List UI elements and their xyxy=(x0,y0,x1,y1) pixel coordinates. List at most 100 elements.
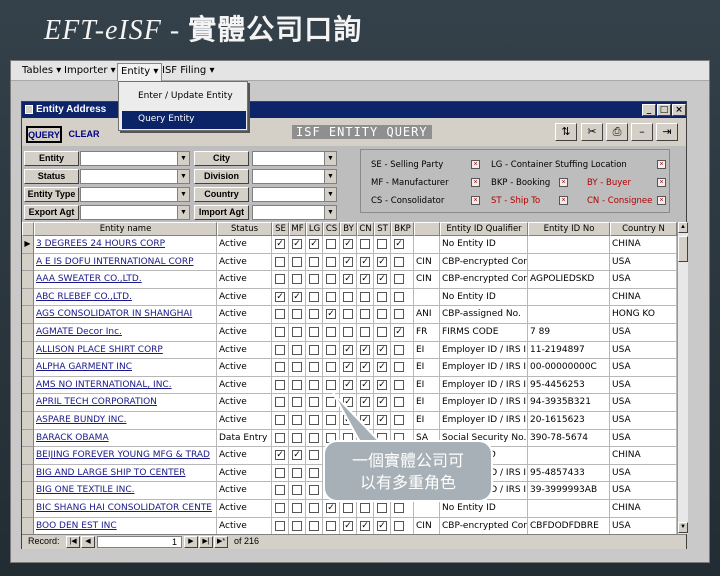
role-checkbox[interactable] xyxy=(292,415,302,425)
role-checkbox[interactable] xyxy=(377,503,387,513)
cell-entity-id-qualifier[interactable]: CBP-assigned No. xyxy=(440,306,528,324)
role-checkbox[interactable]: ✓ xyxy=(292,291,302,302)
city-combo[interactable]: ▼ xyxy=(252,151,337,166)
cell-country[interactable]: USA xyxy=(610,482,677,500)
record-selector[interactable] xyxy=(22,482,34,500)
cell-entity-id-qualifier[interactable]: Employer ID / IRS I xyxy=(440,394,528,412)
current-record-indicator-icon[interactable]: ▶ xyxy=(22,236,34,254)
role-checkbox[interactable] xyxy=(394,344,404,355)
role-checkbox[interactable] xyxy=(326,327,336,337)
role-checkbox[interactable] xyxy=(394,291,404,302)
role-checkbox[interactable] xyxy=(292,432,302,443)
cell-entity-name[interactable]: AAA SWEATER CO.,LTD. xyxy=(34,271,217,289)
status-combo[interactable]: ▼ xyxy=(80,169,190,184)
role-checkbox[interactable] xyxy=(275,309,285,320)
role-checkbox[interactable]: ✓ xyxy=(343,274,353,285)
cell-status[interactable]: Active xyxy=(217,517,272,534)
role-checkbox[interactable] xyxy=(292,274,302,285)
role-checkbox[interactable] xyxy=(275,256,285,267)
col-entity-id-no[interactable]: Entity ID No xyxy=(528,222,610,236)
col-country[interactable]: Country N xyxy=(610,222,677,236)
cell-entity-name[interactable]: BIG ONE TEXTILE INC. xyxy=(34,482,217,500)
cell-country[interactable]: USA xyxy=(610,412,677,430)
cell-entity-id-no[interactable]: 20-1615623 xyxy=(528,412,610,430)
role-checkbox[interactable] xyxy=(394,256,404,267)
role-checkbox[interactable]: ✓ xyxy=(360,344,370,355)
legend-checkbox-sp[interactable]: × xyxy=(471,160,480,169)
role-checkbox[interactable] xyxy=(326,291,336,302)
cell-entity-id-no[interactable]: 00-00000000C xyxy=(528,359,610,377)
role-checkbox[interactable] xyxy=(360,309,370,320)
role-checkbox[interactable]: ✓ xyxy=(343,239,353,249)
record-selector[interactable] xyxy=(22,447,34,465)
restore-button[interactable]: □ xyxy=(657,104,671,116)
col-entity-name[interactable]: Entity name xyxy=(34,222,217,236)
role-checkbox[interactable] xyxy=(275,520,285,531)
role-checkbox[interactable]: ✓ xyxy=(394,327,404,337)
cell-status[interactable]: Active xyxy=(217,359,272,377)
role-checkbox[interactable]: ✓ xyxy=(292,450,302,461)
legend-checkbox-cs[interactable]: × xyxy=(471,196,480,205)
cell-entity-id-qualifier[interactable]: CBP-encrypted Cor xyxy=(440,517,528,534)
role-checkbox[interactable] xyxy=(394,397,404,408)
cell-status[interactable]: Active xyxy=(217,482,272,500)
role-checkbox[interactable]: ✓ xyxy=(360,256,370,267)
cell-entity-id-no[interactable] xyxy=(528,500,610,518)
cell-status[interactable]: Active xyxy=(217,412,272,430)
role-checkbox[interactable] xyxy=(377,327,387,337)
cell-entity-id-qualifier[interactable]: Employer ID / IRS I xyxy=(440,359,528,377)
cell-status[interactable]: Active xyxy=(217,236,272,254)
role-checkbox[interactable] xyxy=(394,309,404,320)
role-checkbox[interactable]: ✓ xyxy=(343,256,353,267)
role-checkbox[interactable] xyxy=(292,485,302,496)
role-checkbox[interactable] xyxy=(394,274,404,285)
legend-checkbox-bkp[interactable]: × xyxy=(559,178,568,187)
role-checkbox[interactable] xyxy=(292,362,302,373)
cell-id-code[interactable]: EI xyxy=(414,376,440,395)
role-checkbox[interactable] xyxy=(275,344,285,355)
cell-country[interactable]: CHINA xyxy=(610,500,677,518)
export-agt-combo[interactable]: ▼ xyxy=(80,205,190,220)
role-checkbox[interactable] xyxy=(275,327,285,337)
cell-country[interactable]: USA xyxy=(610,429,677,448)
cell-id-code[interactable]: EI xyxy=(414,412,440,430)
role-checkbox[interactable] xyxy=(275,415,285,425)
cell-entity-id-no[interactable]: 95-4456253 xyxy=(528,376,610,395)
cell-status[interactable]: Active xyxy=(217,500,272,518)
cell-entity-name[interactable]: 3 DEGREES 24 HOURS CORP xyxy=(34,236,217,254)
role-checkbox[interactable] xyxy=(326,256,336,267)
role-checkbox[interactable] xyxy=(309,379,319,390)
role-checkbox[interactable] xyxy=(275,379,285,390)
tools-icon[interactable]: ✂ xyxy=(581,123,603,141)
query-button[interactable]: QUERY xyxy=(26,126,62,143)
table-row[interactable]: ALLISON PLACE SHIRT CORP Active ✓ ✓ ✓ EI Emplo… xyxy=(22,341,677,360)
legend-checkbox-st[interactable]: × xyxy=(559,196,568,205)
role-checkbox[interactable] xyxy=(377,239,387,249)
role-checkbox[interactable] xyxy=(309,450,319,461)
table-row[interactable]: AGS CONSOLIDATOR IN SHANGHAI Active ✓ ANI CB… xyxy=(22,306,677,324)
role-checkbox[interactable] xyxy=(309,256,319,267)
cell-entity-name[interactable]: ALPHA GARMENT INC xyxy=(34,359,217,377)
cell-entity-id-qualifier[interactable]: CBP-encrypted Cor xyxy=(440,253,528,272)
cell-entity-id-qualifier[interactable]: Employer ID / IRS I xyxy=(440,376,528,395)
cell-entity-name[interactable]: BARACK OBAMA xyxy=(34,429,217,448)
first-record-icon[interactable]: |◀ xyxy=(66,536,80,548)
role-checkbox[interactable] xyxy=(343,291,353,302)
record-selector[interactable] xyxy=(22,464,34,483)
legend-checkbox-cn[interactable]: × xyxy=(657,196,666,205)
last-record-icon[interactable]: ▶| xyxy=(199,536,213,548)
table-row[interactable]: ▶ 3 DEGREES 24 HOURS CORP Active ✓ ✓ ✓ ✓ ✓ No En… xyxy=(22,236,677,254)
cell-id-code[interactable]: EI xyxy=(414,341,440,360)
cell-status[interactable]: Active xyxy=(217,447,272,465)
record-selector[interactable] xyxy=(22,324,34,342)
cell-country[interactable]: USA xyxy=(610,394,677,412)
table-row[interactable]: BIC SHANG HAI CONSOLIDATOR CENTE Active ✓ N… xyxy=(22,500,677,518)
chevron-down-icon[interactable]: ▼ xyxy=(177,152,189,165)
record-selector[interactable] xyxy=(22,359,34,377)
cell-entity-id-no[interactable]: AGPOLIEDSKD xyxy=(528,271,610,289)
menu-item-enter-update-entity[interactable]: Enter / Update Entity xyxy=(122,88,246,106)
record-selector[interactable] xyxy=(22,376,34,395)
chevron-down-icon[interactable]: ▼ xyxy=(177,188,189,201)
table-row[interactable]: AGMATE Decor Inc. Active ✓ FR FIRMS CODE 7 89… xyxy=(22,324,677,342)
cell-entity-name[interactable]: AMS NO INTERNATIONAL, INC. xyxy=(34,376,217,395)
